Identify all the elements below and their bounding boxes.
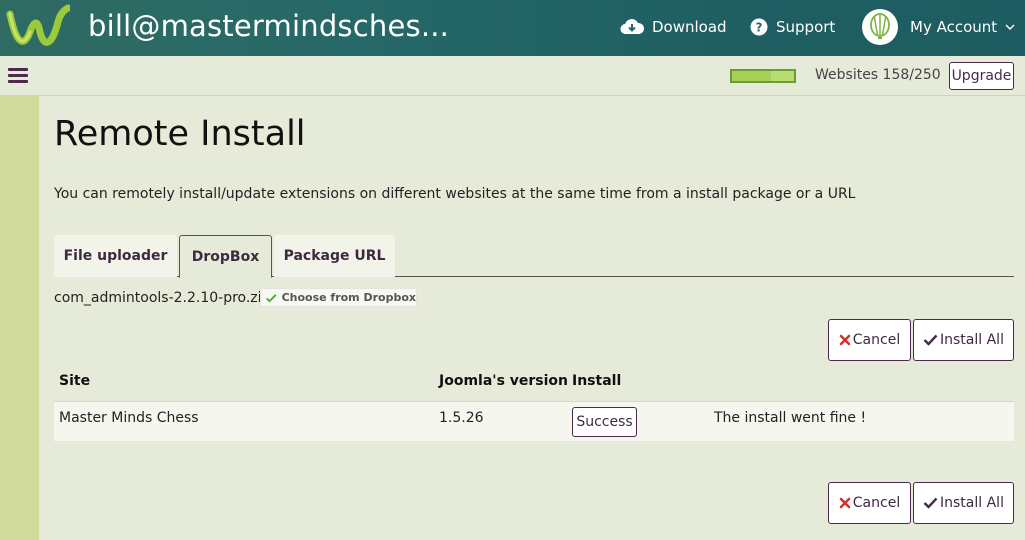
close-icon: [839, 497, 851, 509]
tab-package-url[interactable]: Package URL: [274, 235, 395, 277]
install-all-button-bottom[interactable]: Install All: [913, 482, 1014, 524]
chevron-down-icon: [1005, 24, 1015, 30]
column-header-install: Install: [572, 373, 622, 389]
tab-bar: File uploader DropBox Package URL: [54, 235, 1014, 278]
selected-filename: com_admintools-2.2.10-pro.zip: [54, 290, 271, 306]
install-all-label: Install All: [940, 495, 1004, 511]
choose-from-dropbox-label: Choose from Dropbox: [281, 291, 416, 304]
avatar[interactable]: [862, 9, 898, 45]
sidebar-strip: [0, 96, 39, 540]
checkmark-icon: [266, 293, 277, 302]
account-title: bill@mastermindsches...: [88, 9, 450, 43]
install-all-button[interactable]: Install All: [913, 319, 1014, 361]
cancel-button[interactable]: Cancel: [828, 319, 911, 361]
cancel-label: Cancel: [852, 332, 901, 348]
install-all-label: Install All: [940, 332, 1004, 348]
websites-count: Websites 158/250: [815, 67, 941, 83]
column-header-site: Site: [59, 373, 91, 389]
page-description: You can remotely install/update extensio…: [54, 186, 856, 202]
my-account-menu[interactable]: My Account: [910, 14, 1015, 40]
top-header: bill@mastermindsches... Download ? Suppo…: [0, 0, 1025, 56]
tab-dropbox[interactable]: DropBox: [179, 235, 272, 278]
install-status-badge[interactable]: Success: [572, 407, 637, 437]
support-label: Support: [776, 18, 836, 36]
hamburger-menu-icon[interactable]: [8, 68, 28, 84]
balloon-avatar-icon: [870, 13, 890, 39]
check-icon: [923, 497, 938, 509]
download-link[interactable]: Download: [620, 14, 727, 40]
websites-usage-bar: [730, 69, 796, 83]
choose-from-dropbox-button[interactable]: Choose from Dropbox: [260, 288, 417, 307]
cancel-label: Cancel: [852, 495, 901, 511]
app-logo-icon[interactable]: [6, 4, 70, 52]
sub-toolbar: Websites 158/250 Upgrade: [0, 56, 1025, 96]
cancel-button-bottom[interactable]: Cancel: [828, 482, 911, 524]
download-label: Download: [652, 18, 727, 36]
table-row: Master Minds Chess 1.5.26 Success The in…: [54, 401, 1014, 441]
support-link[interactable]: ? Support: [750, 14, 835, 40]
page-title: Remote Install: [54, 114, 306, 154]
close-icon: [839, 334, 851, 346]
my-account-label: My Account: [910, 18, 998, 36]
upgrade-button[interactable]: Upgrade: [949, 62, 1014, 90]
check-icon: [923, 334, 938, 346]
svg-text:?: ?: [756, 21, 763, 35]
tab-file-uploader[interactable]: File uploader: [54, 235, 177, 277]
column-header-joomla-version: Joomla's version: [439, 373, 569, 389]
version-cell: 1.5.26: [439, 410, 484, 426]
install-message: The install went fine !: [714, 410, 867, 426]
cloud-download-icon: [620, 19, 644, 35]
websites-usage-fill: [732, 71, 772, 81]
help-circle-icon: ?: [750, 18, 768, 36]
site-cell: Master Minds Chess: [59, 410, 199, 426]
